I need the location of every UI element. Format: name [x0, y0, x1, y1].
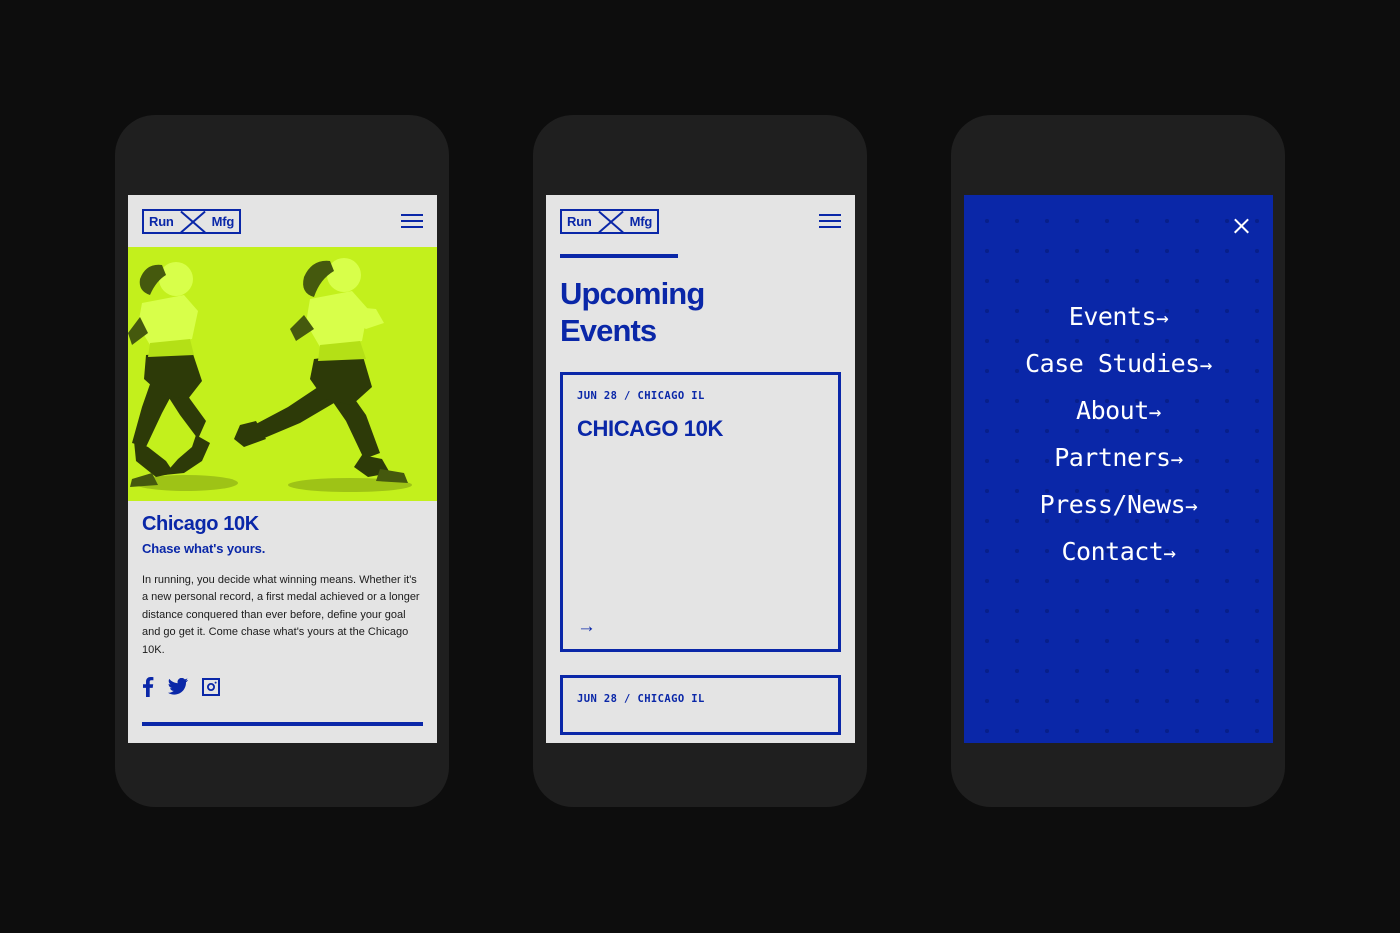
nav-item-label: Partners — [1054, 442, 1171, 472]
nav-item-about[interactable]: About→ — [1076, 387, 1161, 434]
event-meta: JUN 28 / CHICAGO IL — [577, 693, 705, 706]
instagram-icon[interactable] — [202, 677, 220, 696]
logo-x-icon — [179, 211, 207, 232]
hamburger-icon[interactable] — [401, 214, 423, 228]
events-list-body: Upcoming Events JUN 28 / CHICAGO IL CHIC… — [546, 247, 855, 743]
event-meta: JUN 28 / CHICAGO IL — [577, 390, 705, 403]
app-header: Run Mfg — [128, 195, 437, 247]
arrow-right-icon: → — [1185, 493, 1198, 518]
body-paragraph: In running, you decide what winning mean… — [142, 574, 420, 656]
twitter-icon[interactable] — [168, 678, 188, 695]
logo-word-right: Mfg — [211, 213, 235, 229]
nav-menu-list: Events→ Case Studies→ About→ Partners→ P… — [964, 234, 1273, 743]
hamburger-bar — [401, 220, 423, 222]
page-title-line-1: Upcoming — [560, 276, 705, 311]
menu-header — [964, 195, 1273, 234]
phone-2-screen: Run Mfg Upcoming Events JUN 28 / CHICAGO… — [546, 195, 855, 743]
hero-image-runners — [128, 247, 437, 501]
brand-logo[interactable]: Run Mfg — [560, 208, 660, 234]
social-links — [142, 676, 423, 697]
arrow-right-icon: → — [1148, 399, 1162, 424]
phone-mockup-1: Run Mfg Chicago 10K Chase what's yours. … — [115, 115, 449, 807]
nav-item-label: Press/News — [1039, 489, 1186, 519]
phone-3-screen: Events→ Case Studies→ About→ Partners→ P… — [964, 195, 1273, 743]
arrow-right-icon[interactable]: → — [577, 617, 824, 636]
arrow-right-icon: → — [1163, 540, 1176, 565]
logo-word-left: Run — [149, 213, 174, 229]
page-title-line-2: Events — [560, 313, 657, 349]
event-card[interactable]: JUN 28 / CHICAGO IL CHICAGO 10K → — [560, 372, 841, 653]
runners-illustration — [128, 247, 437, 501]
nav-item-events[interactable]: Events→ — [1068, 293, 1169, 340]
nav-item-partners[interactable]: Partners→ — [1054, 434, 1183, 481]
nav-item-label: Events — [1068, 301, 1157, 331]
arrow-right-icon: → — [1199, 352, 1213, 377]
hamburger-bar — [401, 214, 423, 216]
logo-word-left: Run — [567, 213, 592, 229]
close-icon[interactable] — [1232, 215, 1251, 234]
nav-item-contact[interactable]: Contact→ — [1061, 528, 1176, 575]
nav-item-press-news[interactable]: Press/News→ — [1040, 481, 1198, 528]
phone-mockup-2: Run Mfg Upcoming Events JUN 28 / CHICAGO… — [533, 115, 867, 807]
app-header: Run Mfg — [546, 195, 855, 247]
logo-x-icon — [597, 211, 625, 232]
nav-item-case-studies[interactable]: Case Studies→ — [1025, 340, 1212, 387]
facebook-icon[interactable] — [142, 676, 154, 697]
page-title: Upcoming Events — [560, 275, 841, 349]
hamburger-bar — [819, 220, 841, 222]
screenshot-stage: Run Mfg Chicago 10K Chase what's yours. … — [0, 0, 1400, 933]
event-card[interactable]: JUN 28 / CHICAGO IL — [560, 675, 841, 736]
article-content: Chicago 10K Chase what's yours. In runni… — [128, 501, 437, 743]
hamburger-bar — [819, 214, 841, 216]
brand-logo[interactable]: Run Mfg — [142, 208, 242, 234]
hamburger-bar — [401, 226, 423, 228]
nav-item-label: Case Studies — [1025, 348, 1200, 378]
hamburger-icon[interactable] — [819, 214, 841, 228]
logo-word-right: Mfg — [629, 213, 653, 229]
title-accent-rule — [560, 254, 678, 258]
page-title: Chicago 10K — [142, 513, 259, 535]
page-tagline: Chase what's yours. — [142, 541, 266, 556]
bottom-divider — [142, 722, 423, 726]
arrow-right-icon: → — [1170, 446, 1184, 471]
event-name: CHICAGO 10K — [577, 416, 723, 442]
phone-1-screen: Run Mfg Chicago 10K Chase what's yours. … — [128, 195, 437, 743]
nav-item-label: About — [1076, 395, 1149, 425]
arrow-right-icon: → — [1156, 305, 1169, 330]
hamburger-bar — [819, 226, 841, 228]
nav-item-label: Contact — [1061, 536, 1164, 566]
phone-mockup-3: Events→ Case Studies→ About→ Partners→ P… — [951, 115, 1285, 807]
fullscreen-nav-menu: Events→ Case Studies→ About→ Partners→ P… — [964, 195, 1273, 743]
